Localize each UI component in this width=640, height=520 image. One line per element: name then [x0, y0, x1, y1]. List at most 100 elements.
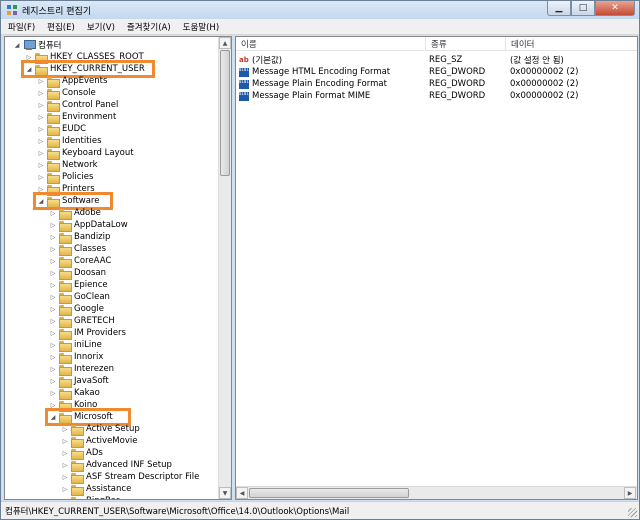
column-header-name[interactable]: 이름 — [236, 37, 426, 51]
scroll-thumb[interactable] — [220, 50, 230, 176]
collapsed-arrow-icon[interactable]: ▷ — [49, 375, 57, 387]
list-horizontal-scrollbar[interactable]: ◀ ▶ — [236, 486, 637, 499]
scroll-up-button[interactable]: ▲ — [219, 37, 231, 49]
tree-item[interactable]: ▷ BingBar — [61, 495, 120, 499]
tree-item[interactable]: ▷ Network — [37, 159, 98, 172]
arrow-down-icon: ▼ — [222, 489, 228, 497]
tree-item[interactable]: ▷ Console — [37, 87, 96, 100]
collapsed-arrow-icon[interactable]: ▷ — [61, 459, 69, 471]
tree-item[interactable]: ▷ Google — [49, 303, 104, 316]
collapsed-arrow-icon[interactable]: ▷ — [37, 171, 45, 183]
tree-item[interactable]: ▷ Epience — [49, 279, 108, 292]
collapsed-arrow-icon[interactable]: ▷ — [61, 471, 69, 483]
collapsed-arrow-icon[interactable]: ▷ — [49, 351, 57, 363]
column-header-type[interactable]: 종류 — [426, 37, 506, 51]
collapsed-arrow-icon[interactable]: ▷ — [61, 495, 69, 500]
collapsed-arrow-icon[interactable]: ▷ — [61, 435, 69, 447]
collapsed-arrow-icon[interactable]: ▷ — [37, 159, 45, 171]
tree-item[interactable]: ▷ Keyboard Layout — [37, 147, 134, 160]
collapsed-arrow-icon[interactable]: ▷ — [61, 423, 69, 435]
tree-item[interactable]: ▷ ASF Stream Descriptor File — [61, 471, 199, 484]
tree-item[interactable]: ▷ Assistance — [61, 483, 131, 496]
collapsed-arrow-icon[interactable]: ▷ — [49, 363, 57, 375]
tree-item[interactable]: ◢ 컴퓨터 — [13, 39, 61, 51]
expanded-arrow-icon[interactable]: ◢ — [13, 39, 21, 51]
resize-grip-icon[interactable] — [628, 508, 637, 517]
tree-item[interactable]: ▷ GRETECH — [49, 315, 115, 328]
horizontal-scroll-thumb[interactable] — [249, 488, 409, 498]
tree-item[interactable]: ▷ Interezen — [49, 363, 114, 376]
menu-edit[interactable]: 편집(E) — [46, 21, 76, 33]
collapsed-arrow-icon[interactable]: ▷ — [37, 135, 45, 147]
collapsed-arrow-icon[interactable]: ▷ — [49, 243, 57, 255]
collapsed-arrow-icon[interactable]: ▷ — [49, 339, 57, 351]
registry-values-list[interactable]: 이름 종류 데이터 ab(기본값)REG_SZ(값 설정 안 됨)010110M… — [235, 36, 638, 500]
menu-view[interactable]: 보기(V) — [86, 21, 116, 33]
tree-item[interactable]: ▷ Advanced INF Setup — [61, 459, 172, 472]
folder-icon — [71, 496, 84, 499]
collapsed-arrow-icon[interactable]: ▷ — [49, 327, 57, 339]
title-bar[interactable]: 레지스트리 편집기 ▁ □ ✕ — [1, 1, 639, 19]
minimize-button[interactable]: ▁ — [547, 1, 571, 16]
tree-item[interactable]: ▷ Doosan — [49, 267, 106, 280]
folder-icon — [59, 256, 72, 268]
collapsed-arrow-icon[interactable]: ▷ — [49, 255, 57, 267]
menu-file[interactable]: 파일(F) — [7, 21, 36, 33]
tree-item[interactable]: ▷ ActiveMovie — [61, 435, 137, 448]
column-header-data[interactable]: 데이터 — [506, 37, 637, 51]
value-name-cell: 010110Message Plain Encoding Format — [239, 78, 387, 90]
scroll-left-button[interactable]: ◀ — [236, 487, 248, 499]
tree-item[interactable]: ▷ Identities — [37, 135, 102, 148]
list-row[interactable]: ab (기본값) REG_SZ (값 설정 안 됨) — [236, 54, 637, 66]
list-row[interactable]: 010110Message HTML Encoding Format REG_DW… — [236, 66, 637, 78]
tree-item[interactable]: ▷ EUDC — [37, 123, 86, 136]
folder-icon — [59, 340, 72, 352]
collapsed-arrow-icon[interactable]: ▷ — [49, 267, 57, 279]
tree-item[interactable]: ▷ GoClean — [49, 291, 110, 304]
tree-item-label: Keyboard Layout — [62, 148, 134, 158]
tree-item[interactable]: ▷ AppDataLow — [49, 219, 128, 232]
collapsed-arrow-icon[interactable]: ▷ — [61, 447, 69, 459]
tree-item[interactable]: ▷ Control Panel — [37, 99, 118, 112]
scroll-right-button[interactable]: ▶ — [624, 487, 636, 499]
collapsed-arrow-icon[interactable]: ▷ — [37, 123, 45, 135]
scroll-down-button[interactable]: ▼ — [219, 487, 231, 499]
list-row[interactable]: 010110Message Plain Format MIME REG_DWORD… — [236, 90, 637, 102]
collapsed-arrow-icon[interactable]: ▷ — [49, 291, 57, 303]
tree-item[interactable]: ▷ iniLine — [49, 339, 102, 352]
collapsed-arrow-icon[interactable]: ▷ — [37, 75, 45, 87]
tree-item[interactable]: ▷ IM Providers — [49, 327, 126, 340]
tree-item[interactable]: ▷ Adobe — [49, 207, 101, 220]
tree-item[interactable]: ▷ AppEvents — [37, 75, 107, 88]
collapsed-arrow-icon[interactable]: ▷ — [49, 315, 57, 327]
tree-item[interactable]: ▷ Innorix — [49, 351, 103, 364]
collapsed-arrow-icon[interactable]: ▷ — [49, 387, 57, 399]
tree-item[interactable]: ▷ Classes — [49, 243, 106, 256]
collapsed-arrow-icon[interactable]: ▷ — [37, 111, 45, 123]
tree-vertical-scrollbar[interactable]: ▲ ▼ — [218, 37, 231, 499]
collapsed-arrow-icon[interactable]: ▷ — [49, 207, 57, 219]
tree-item[interactable]: ▷ Kakao — [49, 387, 100, 400]
collapsed-arrow-icon[interactable]: ▷ — [49, 219, 57, 231]
maximize-button[interactable]: □ — [571, 1, 595, 16]
tree-item-label: BingBar — [86, 496, 120, 499]
collapsed-arrow-icon[interactable]: ▷ — [61, 483, 69, 495]
tree-item[interactable]: ▷ CoreAAC — [49, 255, 111, 268]
collapsed-arrow-icon[interactable]: ▷ — [37, 87, 45, 99]
collapsed-arrow-icon[interactable]: ▷ — [49, 303, 57, 315]
tree-item[interactable]: ▷ Policies — [37, 171, 93, 184]
close-button[interactable]: ✕ — [595, 1, 635, 16]
collapsed-arrow-icon[interactable]: ▷ — [37, 99, 45, 111]
registry-key-tree[interactable]: ◢ 컴퓨터 ▷ HKEY_CLASSES_ROOT ◢ HKEY_CURRENT_USER… — [4, 36, 232, 500]
collapsed-arrow-icon[interactable]: ▷ — [49, 231, 57, 243]
collapsed-arrow-icon[interactable]: ▷ — [49, 279, 57, 291]
tree-item[interactable]: ▷ Active Setup — [61, 423, 140, 436]
tree-item[interactable]: ▷ ADs — [61, 447, 103, 460]
collapsed-arrow-icon[interactable]: ▷ — [37, 147, 45, 159]
menu-help[interactable]: 도움말(H) — [182, 21, 220, 33]
tree-item[interactable]: ▷ Environment — [37, 111, 116, 124]
list-row[interactable]: 010110Message Plain Encoding Format REG_D… — [236, 78, 637, 90]
tree-item[interactable]: ▷ JavaSoft — [49, 375, 109, 388]
menu-favorites[interactable]: 즐겨찾기(A) — [126, 21, 172, 33]
tree-item[interactable]: ▷ Bandizip — [49, 231, 110, 244]
